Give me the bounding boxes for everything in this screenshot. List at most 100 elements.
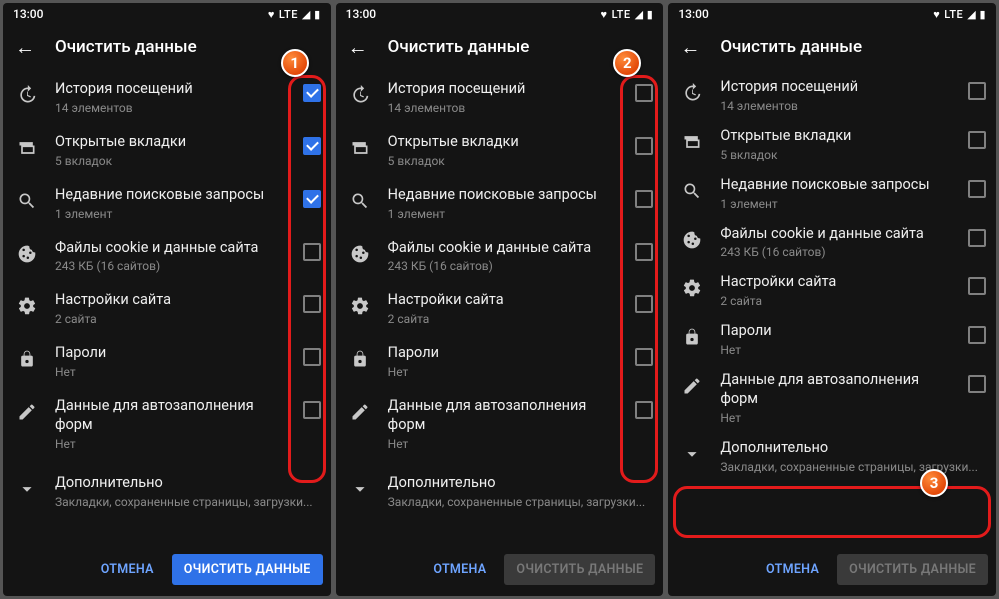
history-icon <box>348 83 372 107</box>
checkbox-cookies[interactable] <box>635 243 653 261</box>
gear-icon <box>680 276 704 300</box>
checkbox-search[interactable] <box>303 190 321 208</box>
search-icon <box>680 179 704 203</box>
lock-icon <box>680 325 704 349</box>
row-autofill[interactable]: Данные для автозаполнения формНет <box>668 364 996 432</box>
status-icons: ♥ LTE ◢ ▮ <box>933 8 986 21</box>
footer: ОТМЕНА ОЧИСТИТЬ ДАННЫЕ <box>3 542 331 596</box>
row-cookies[interactable]: Файлы cookie и данные сайта243 КБ (16 са… <box>336 230 664 283</box>
history-icon <box>680 81 704 105</box>
status-icons: ♥ LTE ◢ ▮ <box>601 8 654 21</box>
checkbox-tabs[interactable] <box>635 137 653 155</box>
row-search[interactable]: Недавние поисковые запросы1 элемент <box>668 169 996 218</box>
row-passwords[interactable]: ПаролиНет <box>3 335 331 388</box>
expand-icon <box>15 477 39 501</box>
checkbox-tabs[interactable] <box>303 137 321 155</box>
page-title: Очистить данные <box>388 37 530 57</box>
clear-button-disabled: ОЧИСТИТЬ ДАННЫЕ <box>837 554 988 585</box>
cookie-icon <box>15 242 39 266</box>
checkbox-history[interactable] <box>635 84 653 102</box>
checkbox-tabs[interactable] <box>968 131 986 149</box>
footer: ОТМЕНА ОЧИСТИТЬ ДАННЫЕ <box>336 542 664 596</box>
checkbox-site-settings[interactable] <box>303 295 321 313</box>
cancel-button[interactable]: ОТМЕНА <box>89 554 166 585</box>
checkbox-cookies[interactable] <box>303 243 321 261</box>
status-icons: ♥ LTE ◢ ▮ <box>268 8 321 21</box>
row-history[interactable]: История посещений14 элементов <box>3 71 331 124</box>
edit-icon <box>15 400 39 424</box>
row-tabs[interactable]: Открытые вкладки5 вкладок <box>3 124 331 177</box>
checkbox-site-settings[interactable] <box>635 295 653 313</box>
row-tabs[interactable]: Открытые вкладки5 вкладок <box>668 120 996 169</box>
edit-icon <box>348 400 372 424</box>
row-more[interactable]: ДополнительноЗакладки, сохраненные стран… <box>336 460 664 518</box>
back-icon[interactable]: ← <box>348 37 368 57</box>
checkbox-autofill[interactable] <box>968 375 986 393</box>
titlebar: ← Очистить данные <box>668 25 996 69</box>
screen-2: 13:00 ♥ LTE ◢ ▮ ← Очистить данные Истори… <box>336 3 664 596</box>
tabs-icon <box>15 136 39 160</box>
row-cookies[interactable]: Файлы cookie и данные сайта243 КБ (16 са… <box>668 218 996 267</box>
back-icon[interactable]: ← <box>680 37 700 57</box>
annotation-badge-3: 3 <box>920 469 948 497</box>
row-title: История посещений <box>55 80 287 99</box>
checkbox-autofill[interactable] <box>635 401 653 419</box>
checkbox-search[interactable] <box>968 180 986 198</box>
status-time: 13:00 <box>678 7 708 21</box>
expand-icon <box>348 477 372 501</box>
row-search[interactable]: Недавние поисковые запросы1 элемент <box>3 177 331 230</box>
settings-list: История посещений14 элементов Открытые в… <box>336 69 664 542</box>
screen-1: 13:00 ♥ LTE ◢ ▮ ← Очистить данные Истори… <box>3 3 331 596</box>
row-more[interactable]: ДополнительноЗакладки, сохраненные стран… <box>668 432 996 481</box>
page-title: Очистить данные <box>720 37 862 57</box>
cancel-button[interactable]: ОТМЕНА <box>421 554 498 585</box>
row-cookies[interactable]: Файлы cookie и данные сайта243 КБ (16 са… <box>3 230 331 283</box>
gear-icon <box>348 294 372 318</box>
checkbox-passwords[interactable] <box>303 348 321 366</box>
row-site-settings[interactable]: Настройки сайта2 сайта <box>336 282 664 335</box>
checkbox-cookies[interactable] <box>968 229 986 247</box>
gear-icon <box>15 294 39 318</box>
settings-list: История посещений14 элементов Открытые в… <box>3 69 331 542</box>
checkbox-passwords[interactable] <box>635 348 653 366</box>
clear-button-disabled: ОЧИСТИТЬ ДАННЫЕ <box>504 554 655 585</box>
row-site-settings[interactable]: Настройки сайта2 сайта <box>3 282 331 335</box>
cookie-icon <box>348 242 372 266</box>
row-autofill[interactable]: Данные для автозаполнения формНет <box>336 388 664 460</box>
edit-icon <box>680 374 704 398</box>
row-tabs[interactable]: Открытые вкладки5 вкладок <box>336 124 664 177</box>
statusbar: 13:00 ♥ LTE ◢ ▮ <box>336 3 664 25</box>
row-passwords[interactable]: ПаролиНет <box>336 335 664 388</box>
screen-3: 13:00 ♥ LTE ◢ ▮ ← Очистить данные Истори… <box>668 3 996 596</box>
cookie-icon <box>680 228 704 252</box>
row-autofill[interactable]: Данные для автозаполнения формНет <box>3 388 331 460</box>
tabs-icon <box>680 130 704 154</box>
row-more[interactable]: ДополнительноЗакладки, сохраненные стран… <box>3 460 331 518</box>
lock-icon <box>348 347 372 371</box>
statusbar: 13:00 ♥ LTE ◢ ▮ <box>3 3 331 25</box>
checkbox-autofill[interactable] <box>303 401 321 419</box>
row-history[interactable]: История посещений14 элементов <box>668 71 996 120</box>
clear-button[interactable]: ОЧИСТИТЬ ДАННЫЕ <box>172 554 323 585</box>
lock-icon <box>15 347 39 371</box>
checkbox-search[interactable] <box>635 190 653 208</box>
search-icon <box>15 189 39 213</box>
checkbox-history[interactable] <box>303 84 321 102</box>
history-icon <box>15 83 39 107</box>
footer: ОТМЕНА ОЧИСТИТЬ ДАННЫЕ <box>668 542 996 596</box>
checkbox-passwords[interactable] <box>968 326 986 344</box>
row-history[interactable]: История посещений14 элементов <box>336 71 664 124</box>
status-time: 13:00 <box>346 7 376 21</box>
row-passwords[interactable]: ПаролиНет <box>668 315 996 364</box>
back-icon[interactable]: ← <box>15 37 35 57</box>
status-time: 13:00 <box>13 7 43 21</box>
checkbox-site-settings[interactable] <box>968 277 986 295</box>
settings-list: История посещений14 элементов Открытые в… <box>668 69 996 542</box>
search-icon <box>348 189 372 213</box>
checkbox-history[interactable] <box>968 82 986 100</box>
row-search[interactable]: Недавние поисковые запросы1 элемент <box>336 177 664 230</box>
cancel-button[interactable]: ОТМЕНА <box>754 554 831 585</box>
annotation-badge-1: 1 <box>281 49 309 77</box>
tabs-icon <box>348 136 372 160</box>
row-site-settings[interactable]: Настройки сайта2 сайта <box>668 266 996 315</box>
